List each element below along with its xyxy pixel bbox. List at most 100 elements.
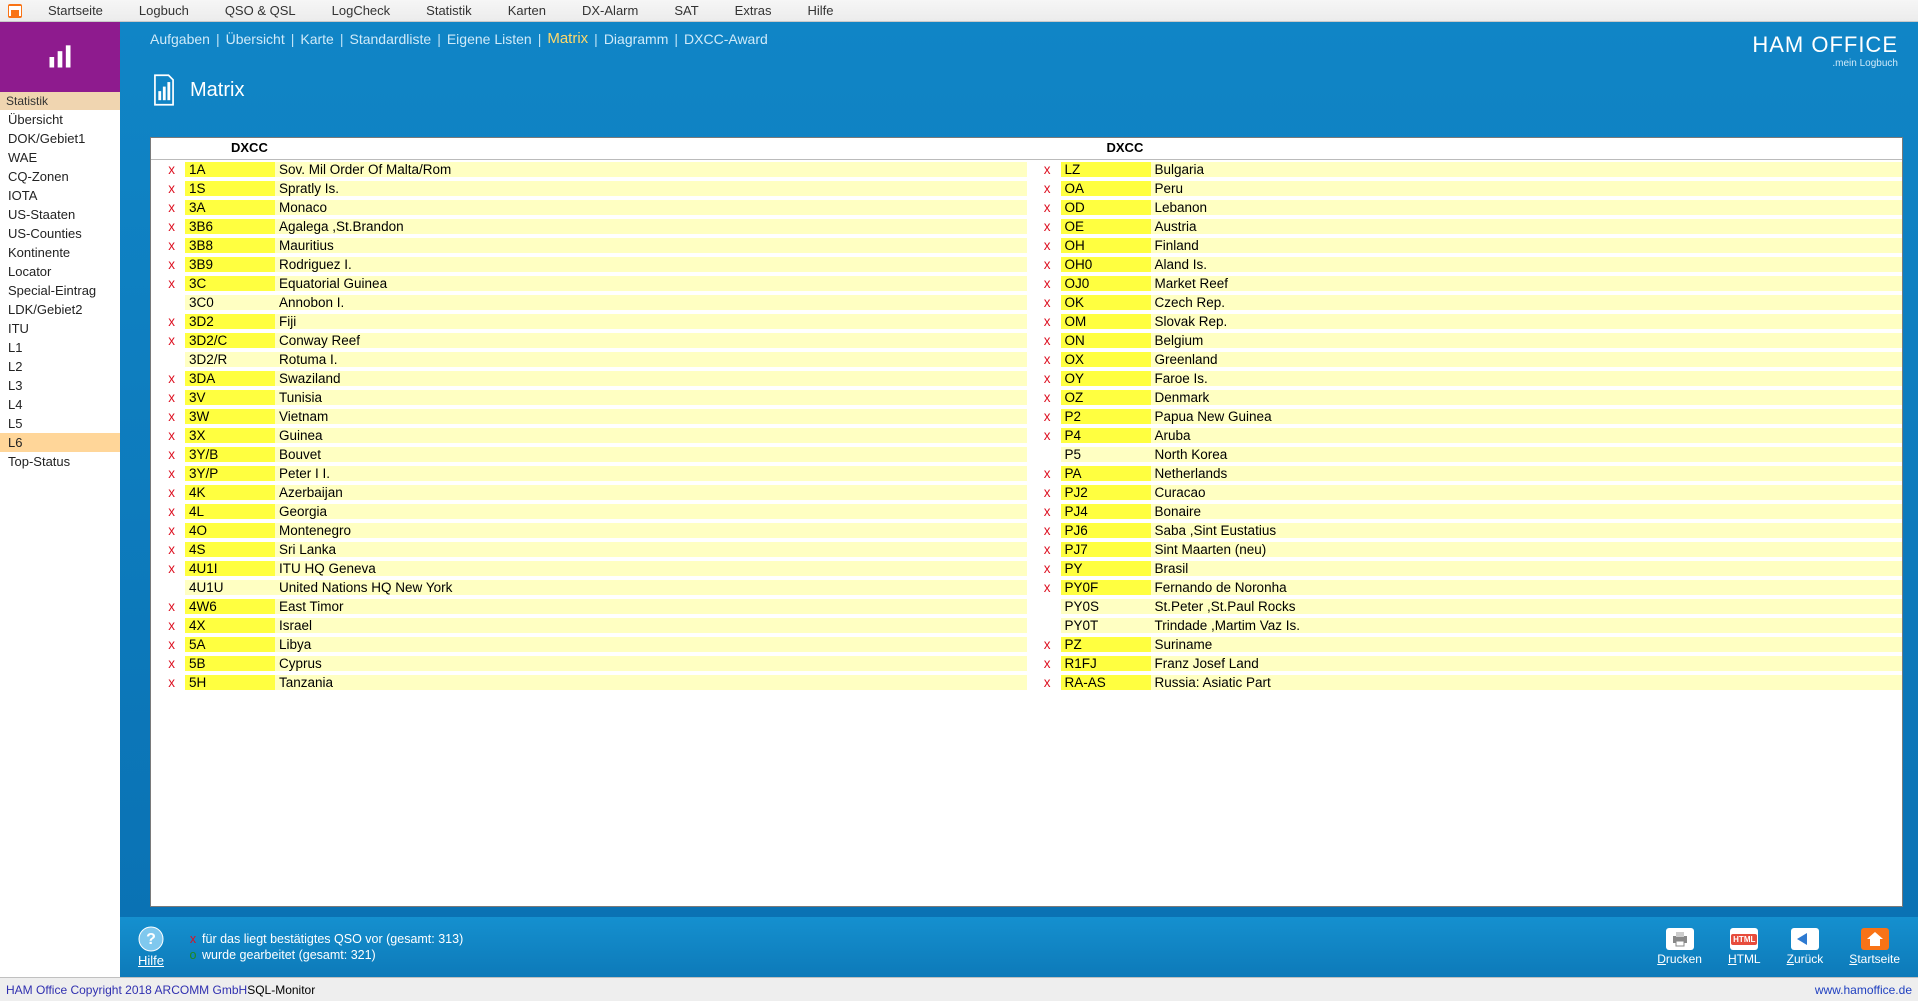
sidebar-item-cq-zonen[interactable]: CQ-Zonen	[0, 167, 120, 186]
subnav-matrix[interactable]: Matrix	[547, 30, 588, 47]
table-row[interactable]: xP4Aruba	[1027, 426, 1903, 445]
table-row[interactable]: PY0SSt.Peter ,St.Paul Rocks	[1027, 597, 1903, 616]
sidebar-item-special-eintrag[interactable]: Special-Eintrag	[0, 281, 120, 300]
table-row[interactable]: xLZBulgaria	[1027, 160, 1903, 179]
table-row[interactable]: x4LGeorgia	[151, 502, 1027, 521]
home-icon[interactable]	[8, 4, 22, 18]
table-row[interactable]: PY0TTrindade ,Martim Vaz Is.	[1027, 616, 1903, 635]
sidebar-item-l3[interactable]: L3	[0, 376, 120, 395]
table-row[interactable]: xPYBrasil	[1027, 559, 1903, 578]
sidebar-item-l6[interactable]: L6	[0, 433, 120, 452]
sidebar-item-ldk-gebiet2[interactable]: LDK/Gebiet2	[0, 300, 120, 319]
sidebar-item-dok-gebiet1[interactable]: DOK/Gebiet1	[0, 129, 120, 148]
table-row[interactable]: x3Y/BBouvet	[151, 445, 1027, 464]
menu-karten[interactable]: Karten	[490, 1, 564, 20]
footer-zur-ck-button[interactable]: Zurück	[1787, 928, 1824, 966]
table-row[interactable]: xONBelgium	[1027, 331, 1903, 350]
table-row[interactable]: xODLebanon	[1027, 198, 1903, 217]
menu-logbuch[interactable]: Logbuch	[121, 1, 207, 20]
table-row[interactable]: xPJ7Sint Maarten (neu)	[1027, 540, 1903, 559]
table-row[interactable]: 4U1UUnited Nations HQ New York	[151, 578, 1027, 597]
sidebar-item-l2[interactable]: L2	[0, 357, 120, 376]
table-row[interactable]: x4XIsrael	[151, 616, 1027, 635]
sidebar-item--bersicht[interactable]: Übersicht	[0, 110, 120, 129]
menu-qso-qsl[interactable]: QSO & QSL	[207, 1, 314, 20]
table-row[interactable]: xOMSlovak Rep.	[1027, 312, 1903, 331]
table-row[interactable]: x3Y/PPeter I I.	[151, 464, 1027, 483]
menu-logcheck[interactable]: LogCheck	[314, 1, 409, 20]
sidebar-item-locator[interactable]: Locator	[0, 262, 120, 281]
menu-startseite[interactable]: Startseite	[30, 1, 121, 20]
table-row[interactable]: x5BCyprus	[151, 654, 1027, 673]
subnav--bersicht[interactable]: Übersicht	[226, 31, 285, 47]
footer-html-button[interactable]: HTMLHTML	[1728, 928, 1761, 966]
sidebar-item-us-staaten[interactable]: US-Staaten	[0, 205, 120, 224]
subnav-karte[interactable]: Karte	[300, 31, 333, 47]
menu-hilfe[interactable]: Hilfe	[790, 1, 852, 20]
table-row[interactable]: x4U1IITU HQ Geneva	[151, 559, 1027, 578]
table-row[interactable]: 3D2/RRotuma I.	[151, 350, 1027, 369]
menu-statistik[interactable]: Statistik	[408, 1, 490, 20]
sidebar-item-l5[interactable]: L5	[0, 414, 120, 433]
table-row[interactable]: xOZDenmark	[1027, 388, 1903, 407]
table-row[interactable]: xPJ6Saba ,Sint Eustatius	[1027, 521, 1903, 540]
sidebar-item-l4[interactable]: L4	[0, 395, 120, 414]
table-row[interactable]: x1ASov. Mil Order Of Malta/Rom	[151, 160, 1027, 179]
table-row[interactable]: xPY0FFernando de Noronha	[1027, 578, 1903, 597]
sidebar-item-iota[interactable]: IOTA	[0, 186, 120, 205]
table-row[interactable]: x3B9Rodriguez I.	[151, 255, 1027, 274]
table-row[interactable]: x3D2/CConway Reef	[151, 331, 1027, 350]
sidebar-item-wae[interactable]: WAE	[0, 148, 120, 167]
table-row[interactable]: xOEAustria	[1027, 217, 1903, 236]
table-row[interactable]: P5North Korea	[1027, 445, 1903, 464]
sidebar-item-itu[interactable]: ITU	[0, 319, 120, 338]
sql-monitor-label[interactable]: SQL-Monitor	[247, 983, 315, 997]
table-row[interactable]: xR1FJFranz Josef Land	[1027, 654, 1903, 673]
table-row[interactable]: x5ALibya	[151, 635, 1027, 654]
table-row[interactable]: x1SSpratly Is.	[151, 179, 1027, 198]
table-row[interactable]: xRA-ASRussia: Asiatic Part	[1027, 673, 1903, 692]
table-row[interactable]: xPJ4Bonaire	[1027, 502, 1903, 521]
menu-extras[interactable]: Extras	[717, 1, 790, 20]
subnav-aufgaben[interactable]: Aufgaben	[150, 31, 210, 47]
sidebar-item-kontinente[interactable]: Kontinente	[0, 243, 120, 262]
table-row[interactable]: x3DASwaziland	[151, 369, 1027, 388]
table-row[interactable]: x3D2Fiji	[151, 312, 1027, 331]
table-row[interactable]: xOHFinland	[1027, 236, 1903, 255]
website-link[interactable]: www.hamoffice.de	[1815, 983, 1912, 997]
sidebar-item-l1[interactable]: L1	[0, 338, 120, 357]
table-row[interactable]: 3C0Annobon I.	[151, 293, 1027, 312]
subnav-standardliste[interactable]: Standardliste	[349, 31, 431, 47]
sidebar-item-top-status[interactable]: Top-Status	[0, 452, 120, 471]
table-row[interactable]: x5HTanzania	[151, 673, 1027, 692]
table-row[interactable]: x4W6East Timor	[151, 597, 1027, 616]
table-row[interactable]: xPZSuriname	[1027, 635, 1903, 654]
sidebar-item-us-counties[interactable]: US-Counties	[0, 224, 120, 243]
table-row[interactable]: xOXGreenland	[1027, 350, 1903, 369]
table-row[interactable]: x3AMonaco	[151, 198, 1027, 217]
table-row[interactable]: xOAPeru	[1027, 179, 1903, 198]
table-row[interactable]: x3WVietnam	[151, 407, 1027, 426]
table-row[interactable]: xPJ2Curacao	[1027, 483, 1903, 502]
subnav-eigene-listen[interactable]: Eigene Listen	[447, 31, 532, 47]
table-row[interactable]: x3B8Mauritius	[151, 236, 1027, 255]
footer-drucken-button[interactable]: Drucken	[1657, 928, 1702, 966]
table-row[interactable]: x4SSri Lanka	[151, 540, 1027, 559]
footer-startseite-button[interactable]: Startseite	[1849, 928, 1900, 966]
panel-body[interactable]: x1ASov. Mil Order Of Malta/Romx1SSpratly…	[151, 160, 1902, 906]
table-row[interactable]: x4OMontenegro	[151, 521, 1027, 540]
table-row[interactable]: x3B6Agalega ,St.Brandon	[151, 217, 1027, 236]
table-row[interactable]: xPANetherlands	[1027, 464, 1903, 483]
subnav-dxcc-award[interactable]: DXCC-Award	[684, 31, 768, 47]
table-row[interactable]: xOJ0Market Reef	[1027, 274, 1903, 293]
table-row[interactable]: x3XGuinea	[151, 426, 1027, 445]
table-row[interactable]: xOYFaroe Is.	[1027, 369, 1903, 388]
table-row[interactable]: x4KAzerbaijan	[151, 483, 1027, 502]
table-row[interactable]: xOH0Aland Is.	[1027, 255, 1903, 274]
menu-sat[interactable]: SAT	[656, 1, 716, 20]
table-row[interactable]: xP2Papua New Guinea	[1027, 407, 1903, 426]
help-button[interactable]: ? Hilfe	[138, 926, 164, 968]
table-row[interactable]: x3CEquatorial Guinea	[151, 274, 1027, 293]
table-row[interactable]: x3VTunisia	[151, 388, 1027, 407]
table-row[interactable]: xOKCzech Rep.	[1027, 293, 1903, 312]
